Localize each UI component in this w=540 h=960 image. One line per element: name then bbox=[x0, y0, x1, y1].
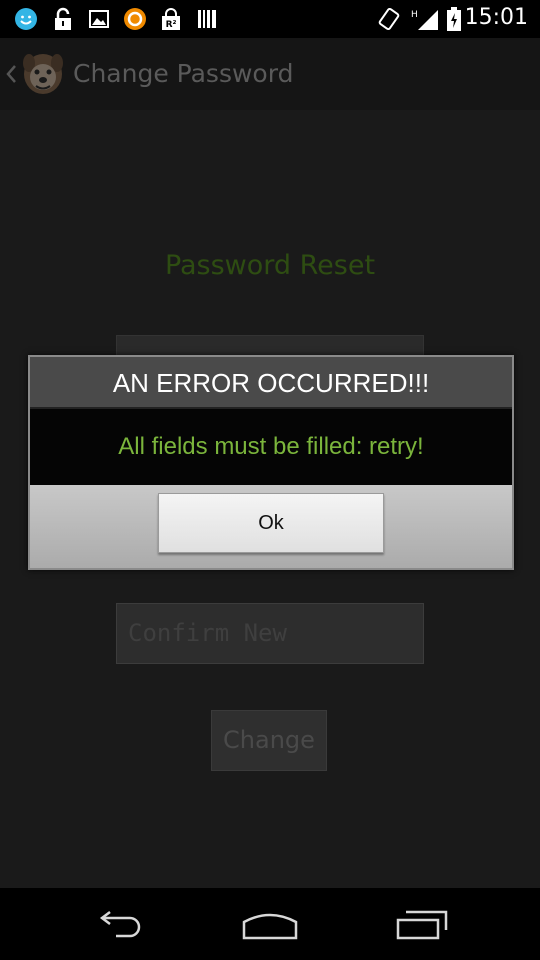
home-icon[interactable] bbox=[240, 906, 300, 942]
battery-icon bbox=[447, 7, 461, 31]
dog-logo-icon[interactable] bbox=[20, 50, 66, 96]
rotate-icon bbox=[378, 7, 400, 31]
r2-icon: R² bbox=[162, 8, 180, 30]
action-bar-title: Change Password bbox=[73, 59, 294, 88]
image-icon bbox=[89, 10, 109, 28]
signal-icon: H bbox=[411, 10, 438, 30]
page-title: Password Reset bbox=[164, 250, 376, 281]
svg-text:R²: R² bbox=[166, 20, 177, 30]
lock-icon bbox=[55, 7, 71, 30]
dialog-title-bar: AN ERROR OCCURRED!!! bbox=[30, 357, 512, 409]
ok-button[interactable]: Ok bbox=[158, 493, 384, 553]
dialog-button-bar: Ok bbox=[30, 485, 512, 568]
back-icon[interactable] bbox=[90, 906, 150, 942]
change-button[interactable]: Change bbox=[211, 710, 327, 771]
action-bar: Change Password bbox=[0, 38, 540, 110]
recent-apps-icon[interactable] bbox=[392, 906, 452, 942]
messenger-icon bbox=[15, 8, 37, 30]
status-bar: R² H 15:01 bbox=[0, 0, 540, 38]
dialog-message: All fields must be filled: retry! bbox=[30, 409, 512, 485]
dialog-title: AN ERROR OCCURRED!!! bbox=[112, 368, 430, 398]
error-dialog: AN ERROR OCCURRED!!! All fields must be … bbox=[28, 355, 514, 570]
status-time: 15:01 bbox=[464, 5, 528, 30]
navigation-bar bbox=[0, 888, 540, 960]
svg-text:H: H bbox=[411, 10, 418, 20]
orange-circle-icon bbox=[124, 8, 146, 30]
chevron-left-icon[interactable] bbox=[4, 56, 18, 92]
confirm-password-field[interactable]: Confirm New bbox=[116, 603, 424, 664]
barcode-icon bbox=[198, 10, 216, 28]
